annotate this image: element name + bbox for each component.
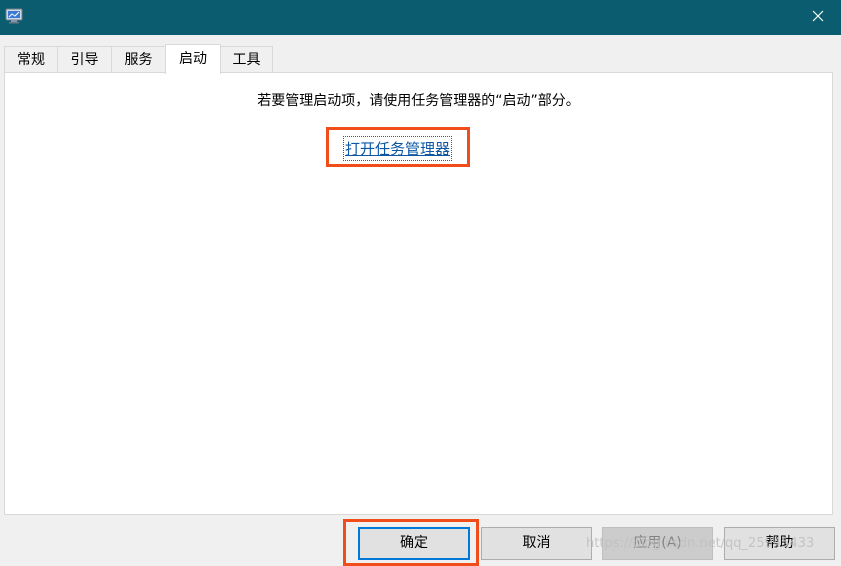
cancel-button[interactable]: 取消 (481, 527, 592, 560)
close-icon (812, 10, 824, 26)
tab-startup[interactable]: 启动 (165, 44, 221, 74)
startup-message: 若要管理启动项，请使用任务管理器的“启动”部分。 (257, 93, 580, 109)
msconfig-monitor-icon (5, 7, 23, 25)
link-highlight-box: 打开任务管理器 (326, 127, 470, 167)
tab-boot[interactable]: 引导 (57, 46, 112, 73)
title-bar (0, 0, 841, 35)
ok-button[interactable]: 确定 (358, 527, 470, 560)
tab-tools[interactable]: 工具 (220, 46, 273, 73)
tab-services[interactable]: 服务 (111, 46, 166, 73)
startup-panel: 若要管理启动项，请使用任务管理器的“启动”部分。 打开任务管理器 (4, 72, 833, 515)
tab-general[interactable]: 常规 (4, 46, 58, 73)
close-button[interactable] (795, 0, 841, 35)
help-button[interactable]: 帮助 (724, 527, 835, 560)
apply-button: 应用(A) (602, 527, 713, 560)
open-task-manager-link[interactable]: 打开任务管理器 (342, 136, 453, 161)
